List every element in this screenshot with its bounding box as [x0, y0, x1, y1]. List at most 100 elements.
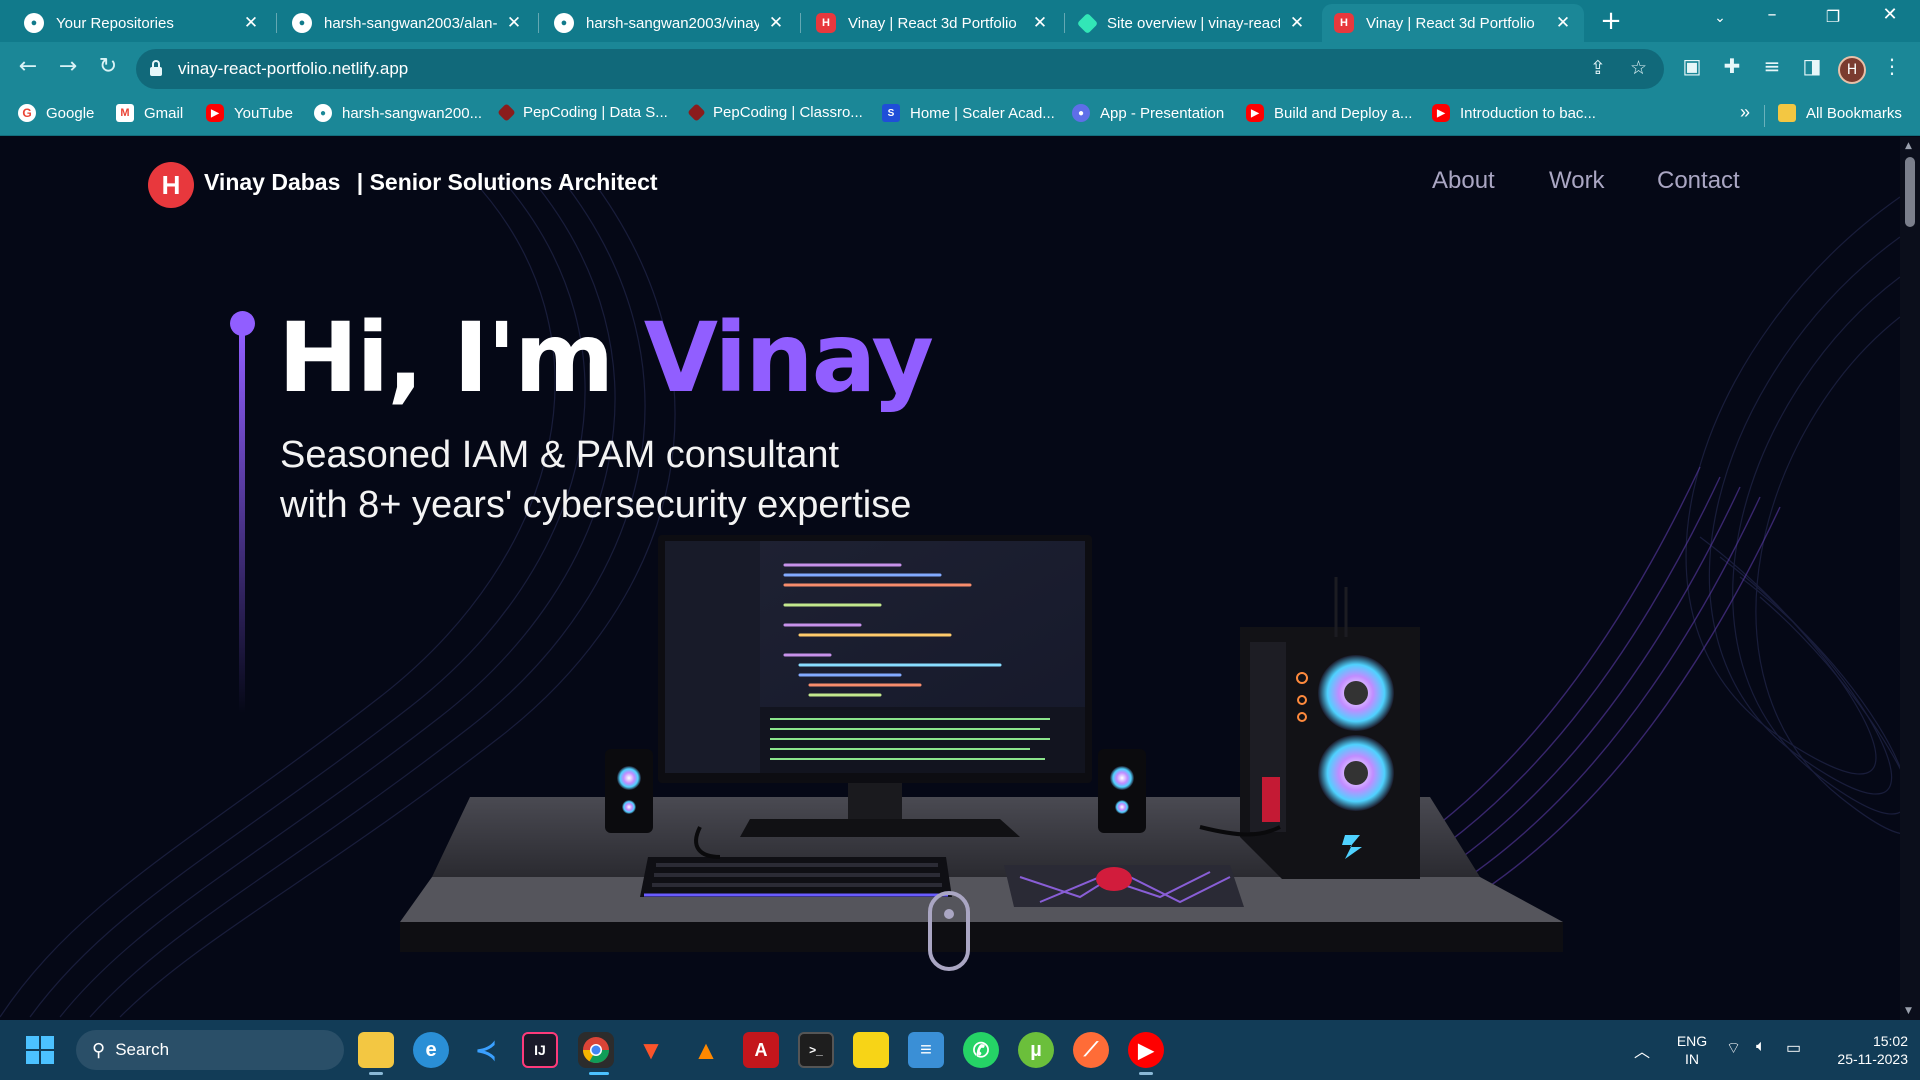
vlc-icon[interactable]: ▲ — [688, 1032, 724, 1068]
bookmark-app-presentation[interactable]: ● App - Presentation — [1072, 104, 1224, 122]
close-icon[interactable]: ✕ — [242, 13, 260, 33]
close-icon[interactable]: ✕ — [767, 13, 785, 33]
bookmark-pepcoding-classroom[interactable]: PepCoding | Classro... — [687, 103, 863, 122]
brave-icon[interactable]: ▼ — [633, 1032, 669, 1068]
bookmarks-overflow-button[interactable]: » — [1740, 102, 1750, 123]
chrome-icon[interactable] — [578, 1032, 614, 1068]
window-close-button[interactable]: ✕ — [1870, 4, 1910, 25]
extension-icon[interactable]: ▣ — [1678, 54, 1706, 78]
taskbar-search[interactable]: ⚲ Search — [76, 1030, 344, 1070]
lock-icon[interactable] — [150, 60, 162, 76]
close-icon[interactable]: ✕ — [1031, 13, 1049, 33]
github-icon: ● — [24, 13, 44, 33]
file-explorer-icon[interactable] — [358, 1032, 394, 1068]
site-brand[interactable]: Vinay Dabas | Senior Solutions Architect — [204, 169, 658, 196]
all-bookmarks-button[interactable]: All Bookmarks — [1778, 104, 1902, 122]
scroll-down-indicator[interactable] — [928, 891, 970, 971]
notepad-icon[interactable]: ≡ — [908, 1032, 944, 1068]
youtube-music-icon[interactable]: ▶ — [1128, 1032, 1164, 1068]
intellij-icon[interactable]: IJ — [522, 1032, 558, 1068]
address-url[interactable]: vinay-react-portfolio.netlify.app — [178, 59, 408, 79]
browser-toolbar: ← → ↻ vinay-react-portfolio.netlify.app … — [0, 42, 1920, 96]
scroll-down-arrow-icon[interactable]: ▼ — [1905, 1006, 1912, 1016]
utorrent-icon[interactable]: µ — [1018, 1032, 1054, 1068]
postman-icon[interactable]: ⟋ — [1073, 1032, 1109, 1068]
scroll-indicator-dot — [944, 909, 954, 919]
acrobat-icon[interactable]: A — [743, 1032, 779, 1068]
battery-icon[interactable]: ▭ — [1786, 1038, 1801, 1058]
bookmark-scaler[interactable]: S Home | Scaler Acad... — [882, 104, 1055, 122]
google-icon: G — [18, 104, 36, 122]
menu-kebab-icon[interactable]: ⋮ — [1878, 54, 1906, 78]
address-bar[interactable]: vinay-react-portfolio.netlify.app ⇪ ☆ — [136, 49, 1664, 89]
bookmark-pepcoding-data[interactable]: PepCoding | Data S... — [497, 103, 668, 122]
minimize-button[interactable]: – — [1752, 4, 1792, 25]
tab-title: harsh-sangwan2003/alan-ai — [324, 14, 497, 32]
share-icon[interactable]: ⇪ — [1590, 57, 1606, 79]
close-icon[interactable]: ✕ — [1288, 13, 1306, 33]
fan-hub — [1344, 681, 1368, 705]
nav-link-work[interactable]: Work — [1549, 167, 1605, 195]
new-tab-button[interactable]: + — [1596, 6, 1626, 36]
running-indicator — [369, 1072, 383, 1075]
restore-button[interactable]: ❐ — [1813, 7, 1853, 26]
bookmark-intro-backend[interactable]: ▶ Introduction to bac... — [1432, 104, 1596, 122]
sticky-notes-icon[interactable] — [853, 1032, 889, 1068]
side-panel-icon[interactable]: ◨ — [1798, 54, 1826, 78]
tab-alan-ai[interactable]: ● harsh-sangwan2003/alan-ai ✕ — [280, 4, 535, 42]
youtube-icon: ▶ — [206, 104, 224, 122]
region-code: IN — [1685, 1051, 1699, 1067]
tab-title: harsh-sangwan2003/vinay-react — [586, 14, 759, 32]
page-scrollbar[interactable]: ▲ ▼ — [1900, 137, 1920, 1020]
speaker-light — [1115, 800, 1129, 814]
vscode-icon[interactable]: ≺ — [468, 1032, 504, 1068]
tab-portfolio-active[interactable]: H Vinay | React 3d Portfolio ✕ — [1322, 4, 1584, 42]
volume-icon[interactable]: 🔈︎ — [1756, 1038, 1766, 1056]
youtube-icon: ▶ — [1246, 104, 1264, 122]
show-hidden-icons-chevron-icon[interactable]: ︿ — [1634, 1038, 1650, 1062]
extensions-puzzle-icon[interactable]: ✚ — [1718, 54, 1746, 78]
tab-vinay-react-repo[interactable]: ● harsh-sangwan2003/vinay-react ✕ — [542, 4, 797, 42]
media-control-icon[interactable]: ≡ — [1758, 54, 1786, 78]
terminal-icon[interactable]: >_ — [798, 1032, 834, 1068]
gmail-icon: M — [116, 104, 134, 122]
windows-start-icon[interactable] — [22, 1032, 58, 1068]
forward-button[interactable]: → — [52, 54, 84, 79]
scaler-icon: S — [882, 104, 900, 122]
close-icon[interactable]: ✕ — [1554, 13, 1572, 33]
portfolio-icon: H — [1334, 13, 1354, 33]
bookmark-gmail[interactable]: M Gmail — [116, 104, 183, 122]
nav-link-contact[interactable]: Contact — [1657, 167, 1740, 195]
close-icon[interactable]: ✕ — [505, 13, 523, 33]
wifi-icon[interactable]: ⌔ — [1726, 1038, 1741, 1058]
github-icon: ● — [292, 13, 312, 33]
profile-avatar[interactable]: H — [1838, 56, 1866, 84]
bookmark-label: Introduction to bac... — [1460, 104, 1596, 122]
bookmark-star-icon[interactable]: ☆ — [1630, 57, 1647, 79]
scroll-up-arrow-icon[interactable]: ▲ — [1905, 141, 1912, 151]
tab-netlify-site-overview[interactable]: Site overview | vinay-react-portfolio ✕ — [1068, 4, 1318, 42]
taskbar-clock[interactable]: 15:02 25-11-2023 — [1824, 1032, 1908, 1068]
tab-portfolio[interactable]: H Vinay | React 3d Portfolio ✕ — [804, 4, 1061, 42]
bookmark-google[interactable]: G Google — [18, 104, 94, 122]
site-logo[interactable]: H — [148, 162, 194, 208]
bookmark-build-deploy[interactable]: ▶ Build and Deploy a... — [1246, 104, 1412, 122]
tab-search-chevron-icon[interactable]: ⌄ — [1700, 10, 1740, 26]
input-language-indicator[interactable]: ENG IN — [1670, 1032, 1714, 1068]
bookmark-label: harsh-sangwan200... — [342, 104, 483, 122]
computer-mouse — [1096, 867, 1132, 891]
tab-your-repositories[interactable]: ● Your Repositories ✕ — [12, 4, 272, 42]
reload-button[interactable]: ↻ — [92, 54, 124, 79]
monitor-stand — [848, 783, 902, 819]
tab-title: Site overview | vinay-react-portfolio — [1107, 14, 1280, 32]
edge-icon[interactable]: e — [413, 1032, 449, 1068]
search-icon: ⚲ — [92, 1039, 106, 1060]
bookmark-github[interactable]: ● harsh-sangwan200... — [314, 104, 482, 122]
scrollbar-thumb[interactable] — [1905, 157, 1915, 227]
bookmark-label: YouTube — [234, 104, 293, 122]
bookmark-youtube[interactable]: ▶ YouTube — [206, 104, 293, 122]
back-button[interactable]: ← — [12, 54, 44, 79]
whatsapp-icon[interactable]: ✆ — [963, 1032, 999, 1068]
running-indicator-active — [589, 1072, 609, 1075]
nav-link-about[interactable]: About — [1432, 167, 1495, 195]
